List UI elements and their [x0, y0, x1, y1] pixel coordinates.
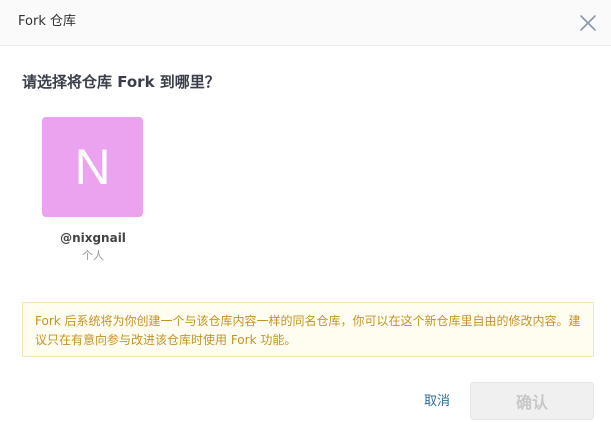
avatar[interactable]: N: [42, 117, 143, 217]
dialog-header: Fork 仓库: [0, 0, 611, 46]
account-type: 个人: [82, 249, 104, 262]
confirm-button[interactable]: 确认: [470, 382, 594, 420]
close-icon: [580, 15, 596, 31]
account-name: @nixgnail: [60, 231, 126, 245]
fork-notice: Fork 后系统将为你创建一个与该仓库内容一样的同名仓库，你可以在这个新仓库里自…: [22, 302, 594, 357]
avatar-letter: N: [74, 139, 111, 195]
cancel-button[interactable]: 取消: [424, 393, 450, 411]
confirm-button-label: 确认: [515, 393, 548, 412]
fork-destination-question: 请选择将仓库 Fork 到哪里？: [22, 73, 220, 91]
fork-dialog: Fork 仓库 请选择将仓库 Fork 到哪里？ N @nixgnail 个人 …: [0, 0, 611, 434]
dialog-title: Fork 仓库: [18, 14, 76, 29]
fork-notice-text: Fork 后系统将为你创建一个与该仓库内容一样的同名仓库，你可以在这个新仓库里自…: [35, 314, 581, 347]
account-option-nixgnail[interactable]: N @nixgnail 个人: [42, 117, 144, 262]
close-button[interactable]: [576, 11, 600, 35]
